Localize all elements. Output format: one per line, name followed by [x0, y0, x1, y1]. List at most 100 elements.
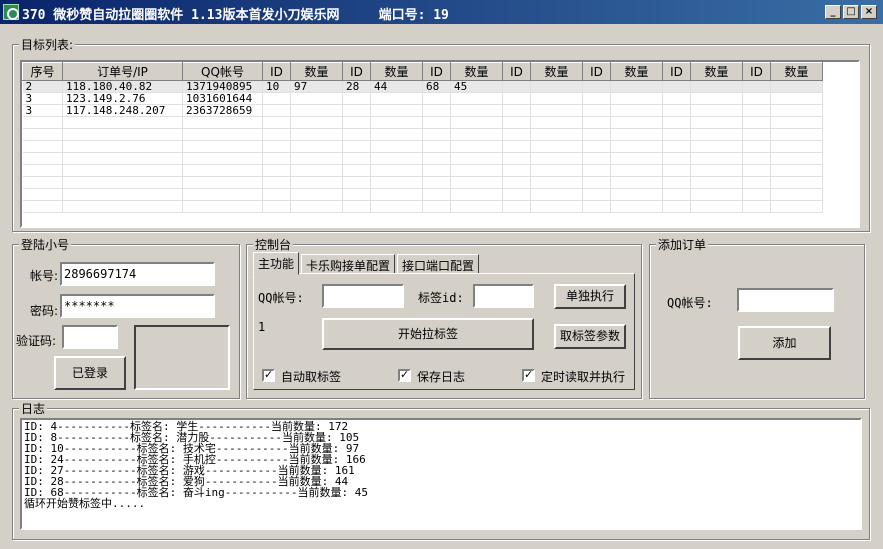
column-header[interactable]: 数量: [610, 62, 663, 81]
log-label: 日志: [19, 400, 48, 417]
column-header[interactable]: 序号: [22, 62, 63, 81]
table-cell: 2363728659: [182, 104, 263, 117]
column-header[interactable]: ID: [502, 62, 531, 81]
add-order-qq-input[interactable]: [737, 288, 834, 312]
account-input[interactable]: 2896697174: [60, 262, 215, 286]
table-cell: [582, 104, 611, 117]
table-cell: [662, 104, 691, 117]
tag-id-input[interactable]: [473, 284, 534, 308]
column-header[interactable]: 数量: [530, 62, 583, 81]
login-group-label: 登陆小号: [19, 236, 72, 253]
table-cell: [662, 152, 691, 165]
table-cell: [182, 128, 263, 141]
log-output[interactable]: ID: 4-----------标签名: 学生-----------当前数量: …: [20, 418, 862, 530]
table-cell: [770, 152, 823, 165]
start-tagging-button[interactable]: 开始拉标签: [322, 318, 534, 350]
column-header[interactable]: 数量: [450, 62, 503, 81]
table-cell: [422, 176, 451, 189]
column-header[interactable]: 订单号/IP: [62, 62, 183, 81]
table-cell: [690, 188, 743, 201]
captcha-image: [134, 325, 230, 390]
table-cell: [450, 116, 503, 129]
timed-read-label[interactable]: 定时读取并执行: [541, 368, 625, 385]
table-cell: [290, 188, 343, 201]
table-cell: [502, 80, 531, 93]
maximize-button[interactable]: □: [843, 5, 859, 19]
single-exec-button[interactable]: 单独执行: [554, 284, 626, 309]
table-cell: [502, 188, 531, 201]
counter-text: 1: [258, 320, 266, 334]
column-header[interactable]: ID: [262, 62, 291, 81]
tab-port-config[interactable]: 接口端口配置: [397, 254, 480, 274]
empty-table-row: [22, 152, 823, 165]
table-cell: 118.180.40.82: [62, 80, 183, 93]
get-tag-params-button[interactable]: 取标签参数: [554, 324, 626, 349]
table-cell: [690, 92, 743, 105]
column-header[interactable]: 数量: [770, 62, 823, 81]
save-log-label[interactable]: 保存日志: [417, 368, 465, 385]
table-cell: [422, 128, 451, 141]
column-header[interactable]: 数量: [690, 62, 743, 81]
table-cell: [370, 152, 423, 165]
table-cell: [342, 188, 371, 201]
table-cell: [662, 140, 691, 153]
table-cell: [262, 164, 291, 177]
password-input[interactable]: *******: [60, 294, 215, 318]
table-cell: [690, 152, 743, 165]
column-header[interactable]: ID: [342, 62, 371, 81]
column-header[interactable]: 数量: [370, 62, 423, 81]
auto-tag-checkbox[interactable]: [262, 368, 275, 382]
minimize-button[interactable]: _: [825, 5, 841, 19]
table-cell: [182, 200, 263, 213]
save-log-checkbox[interactable]: [398, 368, 411, 382]
table-cell: [662, 80, 691, 93]
empty-table-row: [22, 200, 823, 213]
table-cell: [742, 128, 771, 141]
table-row[interactable]: 2 118.180.40.82 1371940895 10 97 28 44 68 45: [22, 80, 823, 93]
table-cell: [530, 128, 583, 141]
table-cell: [342, 116, 371, 129]
empty-table-row: [22, 140, 823, 153]
table-cell: [742, 152, 771, 165]
control-qq-input[interactable]: [322, 284, 404, 308]
table-cell: [690, 116, 743, 129]
table-cell: [342, 140, 371, 153]
table-cell: [290, 116, 343, 129]
table-cell: [422, 104, 451, 117]
table-cell: [610, 176, 663, 189]
table-cell: [422, 140, 451, 153]
table-cell: [370, 104, 423, 117]
table-cell: [770, 176, 823, 189]
column-header[interactable]: QQ帐号: [182, 62, 263, 81]
captcha-input[interactable]: [62, 325, 118, 349]
table-cell: [290, 140, 343, 153]
tab-kalegou-config[interactable]: 卡乐购接单配置: [301, 254, 396, 274]
table-row[interactable]: 3 117.148.248.207 2363728659: [22, 104, 823, 117]
table-cell: [422, 92, 451, 105]
table-cell: [290, 104, 343, 117]
column-header[interactable]: 数量: [290, 62, 343, 81]
column-header[interactable]: ID: [662, 62, 691, 81]
table-cell: [502, 116, 531, 129]
table-cell: [530, 140, 583, 153]
auto-tag-label[interactable]: 自动取标签: [281, 368, 341, 385]
column-header[interactable]: ID: [582, 62, 611, 81]
table-cell: 1031601644: [182, 92, 263, 105]
add-order-button[interactable]: 添加: [738, 326, 831, 360]
table-cell: [662, 128, 691, 141]
column-header[interactable]: ID: [422, 62, 451, 81]
table-row[interactable]: 3 123.149.2.76 1031601644: [22, 92, 823, 105]
close-button[interactable]: ×: [861, 5, 877, 19]
tab-main[interactable]: 主功能: [253, 252, 300, 275]
table-cell: [582, 200, 611, 213]
timed-read-checkbox[interactable]: [522, 368, 535, 382]
target-table[interactable]: 序号 订单号/IP QQ帐号 ID 数量 ID 数量 ID 数量 ID 数量 ID 数量 ID 数量 ID 数量…: [20, 60, 860, 228]
table-cell: [182, 188, 263, 201]
table-cell: [262, 116, 291, 129]
table-cell: [742, 104, 771, 117]
table-cell: [370, 128, 423, 141]
login-button[interactable]: 已登录: [54, 356, 126, 390]
column-header[interactable]: ID: [742, 62, 771, 81]
table-cell: [662, 116, 691, 129]
table-cell: [182, 152, 263, 165]
